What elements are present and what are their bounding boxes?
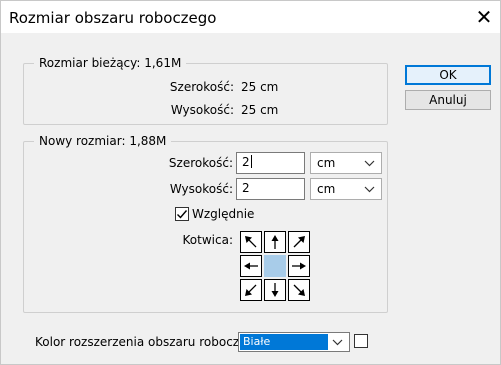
new-size-legend: Nowy rozmiar: 1,88M [34,134,172,148]
chevron-down-icon [364,180,375,201]
current-size-legend: Rozmiar bieżący: 1,61M [34,56,187,70]
arrow-left-icon [244,262,258,270]
arrow-up-left-icon [245,236,257,248]
anchor-top-left[interactable] [240,231,262,253]
arrow-down-icon [271,283,279,297]
new-height-input[interactable]: 2 [236,178,305,200]
new-width-label: Szerokość: [168,156,233,170]
extension-color-swatch[interactable] [354,334,368,348]
anchor-bottom[interactable] [264,279,286,301]
anchor-top-right[interactable] [288,231,310,253]
new-width-value: 2 [242,155,250,169]
dialog-title: Rozmiar obszaru roboczego [9,9,217,27]
title-bar[interactable]: Rozmiar obszaru roboczego ✕ [1,1,500,33]
checkmark-icon [177,210,188,219]
cancel-button[interactable]: Anuluj [405,90,491,110]
current-width-value: 25 cm [241,80,279,94]
anchor-bottom-left[interactable] [240,279,262,301]
extension-color-label: Kolor rozszerzenia obszaru roboczego: [35,335,266,349]
new-height-label: Wysokość: [169,182,233,196]
canvas-size-dialog: Rozmiar obszaru roboczego ✕ Rozmiar bież… [0,0,501,365]
arrow-down-right-icon [293,284,305,296]
new-height-unit-select[interactable]: cm [310,178,382,200]
anchor-top[interactable] [264,231,286,253]
new-height-value: 2 [242,181,250,195]
arrow-down-left-icon [245,284,257,296]
chevron-down-icon [332,334,343,353]
new-width-unit: cm [317,156,336,170]
anchor-grid [240,231,312,303]
arrow-up-icon [271,235,279,249]
chevron-down-icon [364,154,375,175]
anchor-bottom-right[interactable] [288,279,310,301]
arrow-right-icon [292,262,306,270]
anchor-left[interactable] [240,255,262,277]
close-icon[interactable]: ✕ [468,1,500,33]
arrow-up-right-icon [293,236,305,248]
extension-color-select[interactable]: Białe [238,332,350,352]
relative-checkbox[interactable] [175,207,189,221]
current-height-label: Wysokość: [170,103,234,117]
anchor-center[interactable] [264,255,286,277]
new-width-input[interactable]: 2 [236,152,305,174]
anchor-label: Kotwica: [182,233,233,247]
current-width-label: Szerokość: [169,80,234,94]
extension-color-value: Białe [240,334,328,350]
anchor-right[interactable] [288,255,310,277]
ok-button[interactable]: OK [405,65,491,85]
current-height-value: 25 cm [241,103,279,117]
new-height-unit: cm [317,182,336,196]
relative-label[interactable]: Względnie [192,207,254,221]
new-width-unit-select[interactable]: cm [310,152,382,174]
